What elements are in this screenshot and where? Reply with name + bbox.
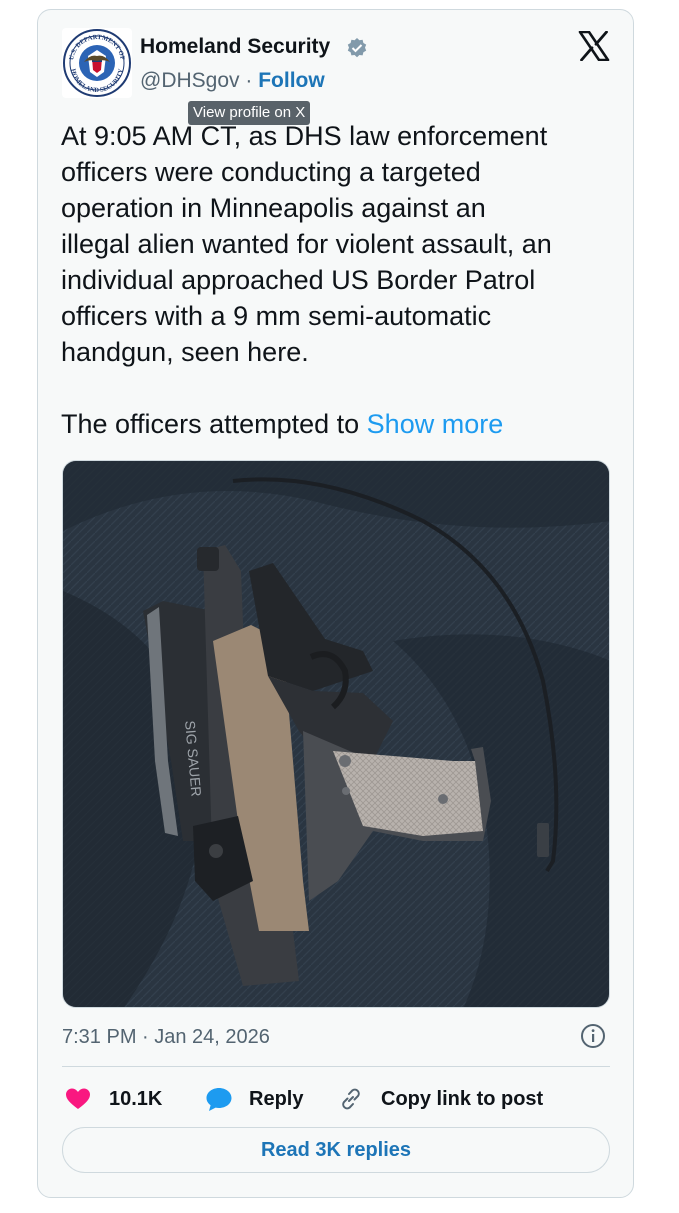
show-more-link[interactable]: Show more [367, 409, 504, 439]
x-logo-icon[interactable] [578, 31, 610, 61]
tweet-body: At 9:05 AM CT, as DHS law enforcement of… [61, 121, 552, 439]
follow-button[interactable]: Follow [258, 69, 325, 92]
reply-label: Reply [249, 1088, 304, 1110]
reply-bubble-icon [206, 1088, 232, 1111]
account-handle[interactable]: @DHSgov [140, 69, 240, 92]
reply-button[interactable]: Reply [205, 1085, 303, 1113]
account-name[interactable]: Homeland Security [140, 34, 330, 60]
tweet-photo[interactable]: SIG SAUER [62, 460, 610, 1008]
verified-badge-icon [347, 38, 367, 58]
tweet-timestamp[interactable]: 7:31 PM · Jan 24, 2026 [62, 1024, 270, 1050]
dhs-seal-icon: U.S. DEPARTMENT OF HOMELAND SECURITY [63, 29, 131, 97]
heart-icon [66, 1088, 90, 1109]
copy-link-label: Copy link to post [381, 1088, 544, 1110]
info-icon[interactable] [580, 1023, 606, 1049]
like-button[interactable]: 10.1K [65, 1085, 162, 1113]
tweet-text: At 9:05 AM CT, as DHS law enforcement of… [61, 118, 621, 442]
avatar[interactable]: U.S. DEPARTMENT OF HOMELAND SECURITY [62, 28, 132, 98]
action-divider [62, 1066, 610, 1067]
like-count: 10.1K [109, 1088, 163, 1110]
read-replies-label: Read 3K replies [260, 1138, 412, 1161]
copy-link-button[interactable]: Copy link to post [338, 1085, 543, 1113]
handle-separator: · [245, 69, 253, 92]
link-icon [342, 1088, 360, 1110]
handle-row: @DHSgov · Follow [140, 68, 325, 94]
read-replies-button[interactable]: Read 3K replies [62, 1127, 610, 1173]
handgun-photo-image: SIG SAUER [63, 461, 609, 1007]
